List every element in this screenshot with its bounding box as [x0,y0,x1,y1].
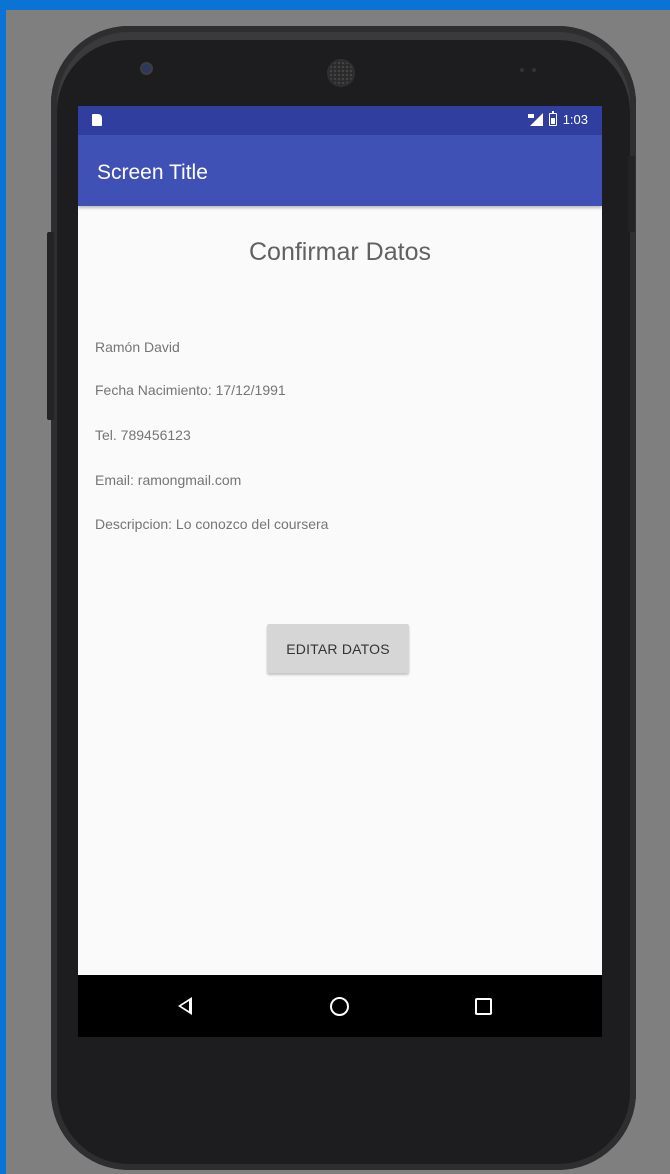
recents-icon[interactable] [475,998,492,1015]
light-sensor-icon [532,68,536,72]
navigation-bar [78,975,602,1037]
signal-icon [527,113,543,126]
speaker-grille-icon [329,61,353,85]
name-text: Ramón David [95,339,180,355]
home-icon[interactable] [330,997,349,1016]
proximity-sensor-icon [520,68,524,72]
status-time: 1:03 [562,112,588,127]
device-screen: 1:03 Screen Title Confirmar Datos Ramón … [78,106,602,1037]
battery-icon [548,111,557,126]
back-icon-inner [181,1001,189,1011]
edit-data-button[interactable]: EDITAR DATOS [267,624,409,673]
status-bar: 1:03 [78,106,602,135]
app-bar: Screen Title [78,135,602,206]
description-text: Descripcion: Lo conozco del coursera [95,516,329,532]
page-heading: Confirmar Datos [249,238,431,266]
birthdate-text: Fecha Nacimiento: 17/12/1991 [95,382,286,398]
front-camera-icon [142,64,151,73]
sd-card-icon [92,114,102,126]
volume-button[interactable] [47,232,54,420]
status-icons: 1:03 [527,111,588,127]
power-button[interactable] [628,156,635,232]
phone-text: Tel. 789456123 [95,427,191,443]
email-text: Email: ramongmail.com [95,472,242,488]
screen-title: Screen Title [97,161,208,184]
